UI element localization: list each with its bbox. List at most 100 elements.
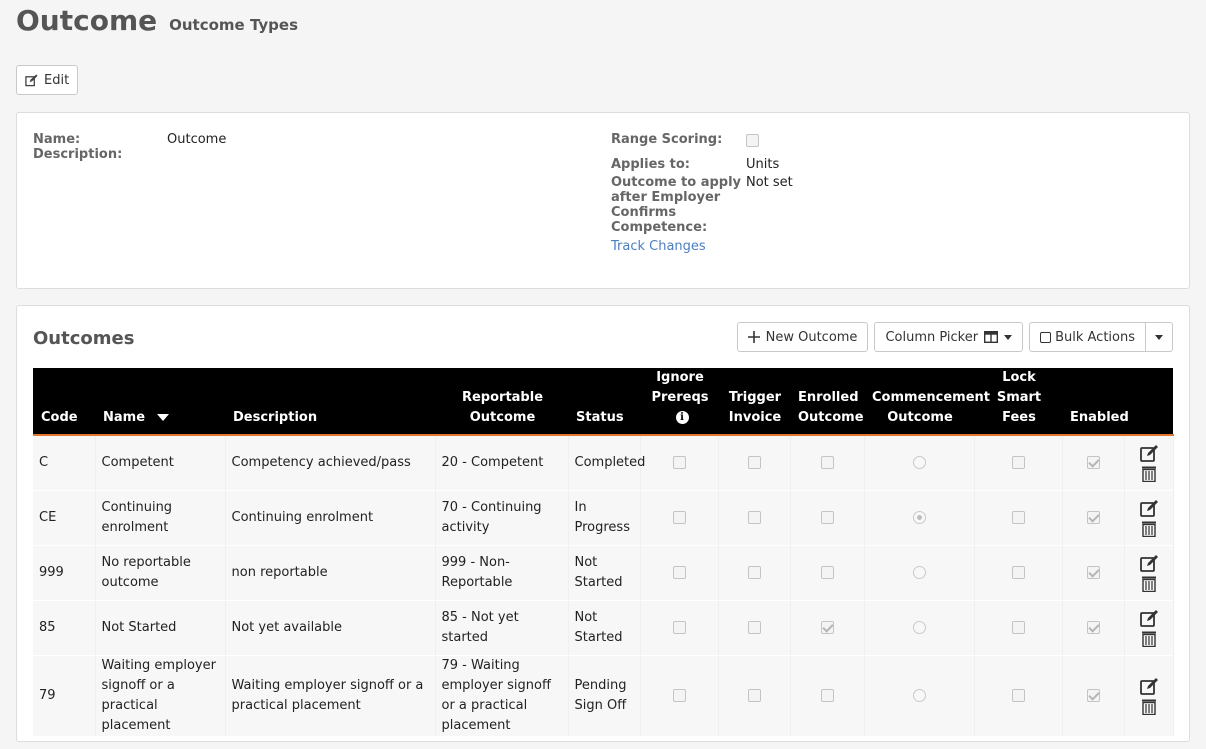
- lock-smart-fees-cell: [974, 489, 1063, 545]
- trigger-invoice-cell: [718, 544, 791, 600]
- lock-smart-fees-checkbox[interactable]: [1011, 565, 1025, 579]
- cell-name: Continuing enrolment: [95, 489, 226, 545]
- trash-icon[interactable]: [1140, 576, 1158, 592]
- trigger-invoice-checkbox[interactable]: [747, 565, 761, 579]
- ignore-prereqs-checkbox[interactable]: [672, 688, 686, 702]
- column-header-enrolled-outcome[interactable]: Enrolled Outcome: [790, 368, 864, 436]
- commencement-outcome-radio[interactable]: [912, 455, 926, 469]
- trigger-invoice-checkbox[interactable]: [747, 688, 761, 702]
- cell-description: Competency achieved/pass: [225, 434, 436, 490]
- cell-code: 999: [33, 544, 96, 600]
- cell-status: Not Started: [568, 599, 641, 655]
- bulk-actions-dropdown[interactable]: [1146, 322, 1173, 352]
- track-changes-link[interactable]: Track Changes: [611, 239, 706, 254]
- edit-icon[interactable]: [1139, 499, 1159, 519]
- column-header-status[interactable]: Status: [568, 368, 640, 436]
- enabled-checkbox[interactable]: [1086, 510, 1100, 524]
- enrolled-outcome-checkbox[interactable]: [820, 510, 834, 524]
- column-header-code[interactable]: Code: [33, 368, 95, 436]
- edit-icon[interactable]: [1139, 677, 1159, 697]
- ignore-prereqs-cell: [640, 654, 719, 736]
- edit-icon[interactable]: [1139, 444, 1159, 464]
- trigger-invoice-checkbox[interactable]: [747, 620, 761, 634]
- table-header-row: Code Name Description Reportable Outcome …: [33, 368, 1173, 436]
- trigger-invoice-cell: [718, 434, 791, 490]
- trigger-invoice-checkbox[interactable]: [747, 455, 761, 469]
- ignore-prereqs-checkbox[interactable]: [672, 565, 686, 579]
- lock-smart-fees-checkbox[interactable]: [1011, 620, 1025, 634]
- ignore-prereqs-checkbox[interactable]: [672, 510, 686, 524]
- sort-desc-icon: [157, 414, 170, 421]
- employer-competence-value: Not set: [746, 175, 793, 190]
- trash-icon[interactable]: [1140, 466, 1158, 482]
- cell-code: 79: [33, 654, 96, 736]
- table-row[interactable]: 999 No reportable outcome non reportable 99…: [33, 544, 1174, 600]
- employer-competence-label: Outcome to apply after Employer Confirms…: [611, 175, 742, 235]
- commencement-outcome-radio[interactable]: [912, 565, 926, 579]
- ignore-prereqs-checkbox[interactable]: [672, 620, 686, 634]
- enrolled-outcome-cell: [790, 599, 865, 655]
- cell-actions: [1124, 544, 1174, 600]
- ignore-prereqs-checkbox[interactable]: [672, 455, 686, 469]
- enrolled-outcome-checkbox[interactable]: [820, 455, 834, 469]
- bulk-actions-button[interactable]: Bulk Actions: [1029, 322, 1146, 352]
- column-header-description[interactable]: Description: [225, 368, 435, 436]
- trash-icon[interactable]: [1140, 699, 1158, 715]
- table-row[interactable]: 85 Not Started Not yet available 85 - Not y…: [33, 599, 1174, 655]
- cell-status: Completed: [568, 434, 645, 490]
- bulk-actions-group: Bulk Actions: [1029, 322, 1173, 352]
- trigger-invoice-checkbox[interactable]: [747, 510, 761, 524]
- page-header: Outcome Outcome Types: [16, 4, 298, 37]
- trash-icon[interactable]: [1140, 631, 1158, 647]
- edit-button[interactable]: Edit: [16, 65, 79, 95]
- cell-actions: [1124, 654, 1174, 736]
- edit-icon[interactable]: [1139, 609, 1159, 629]
- enabled-checkbox[interactable]: [1086, 620, 1100, 634]
- cell-reportable-outcome: 85 - Not yet started: [435, 599, 569, 655]
- new-outcome-button[interactable]: New Outcome: [736, 322, 869, 352]
- range-scoring-checkbox[interactable]: [746, 134, 759, 147]
- name-value: Outcome: [167, 132, 227, 147]
- column-header-reportable-outcome[interactable]: Reportable Outcome: [435, 368, 568, 436]
- enrolled-outcome-cell: [790, 654, 865, 736]
- pencil-square-icon: [25, 73, 38, 86]
- applies-to-label: Applies to:: [611, 157, 691, 172]
- enrolled-outcome-checkbox[interactable]: [820, 688, 834, 702]
- outcomes-toolbar: New Outcome Column Picker Bulk Actions: [736, 322, 1173, 352]
- table-row[interactable]: 79 Waiting employer signoff or a practica…: [33, 654, 1174, 736]
- table-row[interactable]: CE Continuing enrolment Continuing enrolme…: [33, 489, 1174, 545]
- column-header-trigger-invoice[interactable]: Trigger Invoice: [718, 368, 790, 436]
- trash-icon[interactable]: [1140, 521, 1158, 537]
- cell-name: Waiting employer signoff or a practical …: [95, 654, 226, 736]
- enabled-checkbox[interactable]: [1086, 688, 1100, 702]
- commencement-outcome-cell: [864, 654, 975, 736]
- enrolled-outcome-checkbox[interactable]: [820, 565, 834, 579]
- cell-description: Not yet available: [225, 599, 436, 655]
- outcomes-title: Outcomes: [33, 328, 135, 349]
- enabled-checkbox[interactable]: [1086, 455, 1100, 469]
- table-row[interactable]: C Competent Competency achieved/pass 20 - C…: [33, 434, 1174, 490]
- column-header-commencement-outcome[interactable]: Commencement Outcome: [864, 368, 990, 436]
- lock-smart-fees-checkbox[interactable]: [1011, 688, 1025, 702]
- column-picker-button[interactable]: Column Picker: [874, 322, 1024, 352]
- range-scoring-label: Range Scoring:: [611, 132, 723, 147]
- column-header-ignore-prereqs[interactable]: Ignore Prereqsi: [640, 368, 718, 436]
- commencement-outcome-radio[interactable]: [912, 688, 926, 702]
- commencement-outcome-radio[interactable]: [912, 510, 926, 524]
- lock-smart-fees-cell: [974, 434, 1063, 490]
- enrolled-outcome-cell: [790, 489, 865, 545]
- commencement-outcome-cell: [864, 599, 975, 655]
- cell-code: 85: [33, 599, 96, 655]
- info-icon[interactable]: i: [675, 411, 689, 424]
- enabled-checkbox[interactable]: [1086, 565, 1100, 579]
- edit-icon[interactable]: [1139, 554, 1159, 574]
- enrolled-outcome-checkbox[interactable]: [820, 620, 834, 634]
- lock-smart-fees-cell: [974, 599, 1063, 655]
- cell-reportable-outcome: 79 - Waiting employer signoff or a pract…: [435, 654, 569, 736]
- lock-smart-fees-checkbox[interactable]: [1011, 510, 1025, 524]
- column-header-enabled[interactable]: Enabled: [1062, 368, 1129, 436]
- lock-smart-fees-checkbox[interactable]: [1011, 455, 1025, 469]
- commencement-outcome-radio[interactable]: [912, 620, 926, 634]
- column-header-name[interactable]: Name: [95, 368, 225, 436]
- page-title: Outcome: [16, 4, 158, 37]
